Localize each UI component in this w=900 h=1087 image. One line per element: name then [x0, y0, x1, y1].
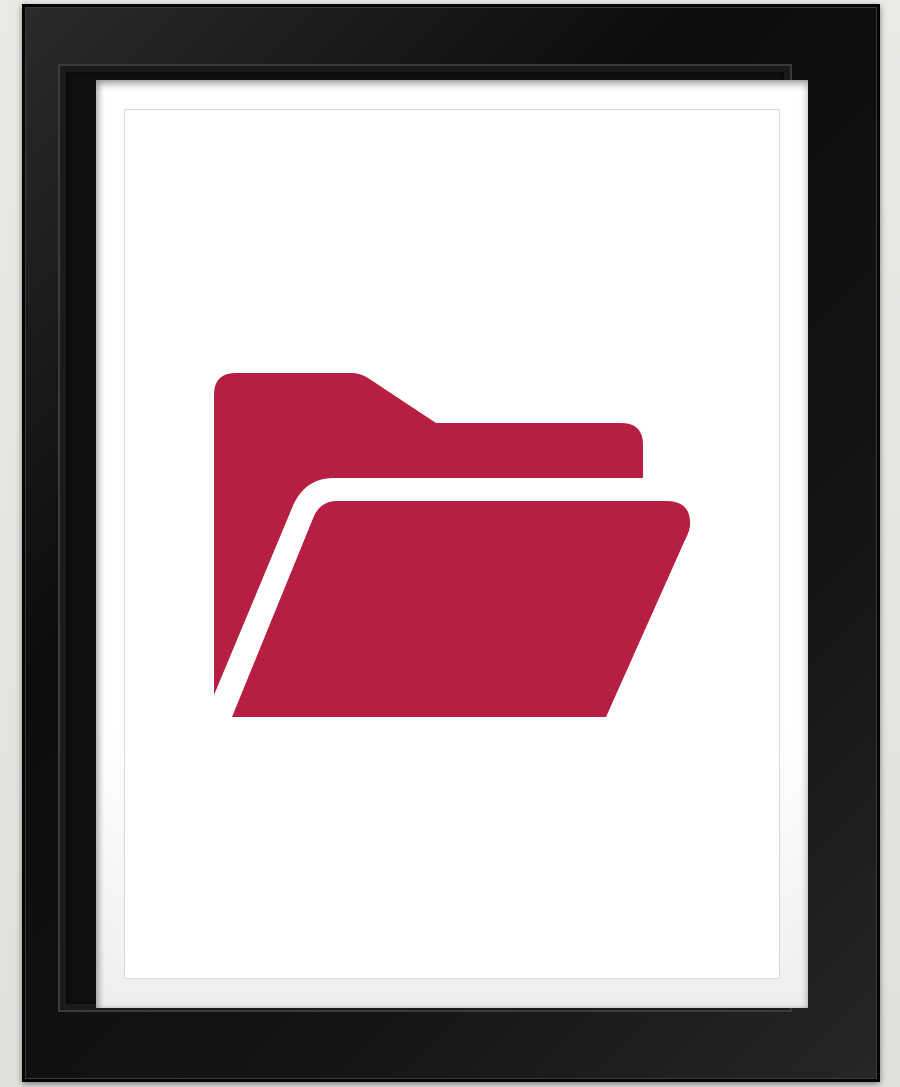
framed-picture-scene: [0, 0, 900, 1087]
folder-icon: [214, 373, 691, 717]
folder-front-flap: [232, 501, 691, 717]
artwork-panel: [124, 109, 780, 979]
